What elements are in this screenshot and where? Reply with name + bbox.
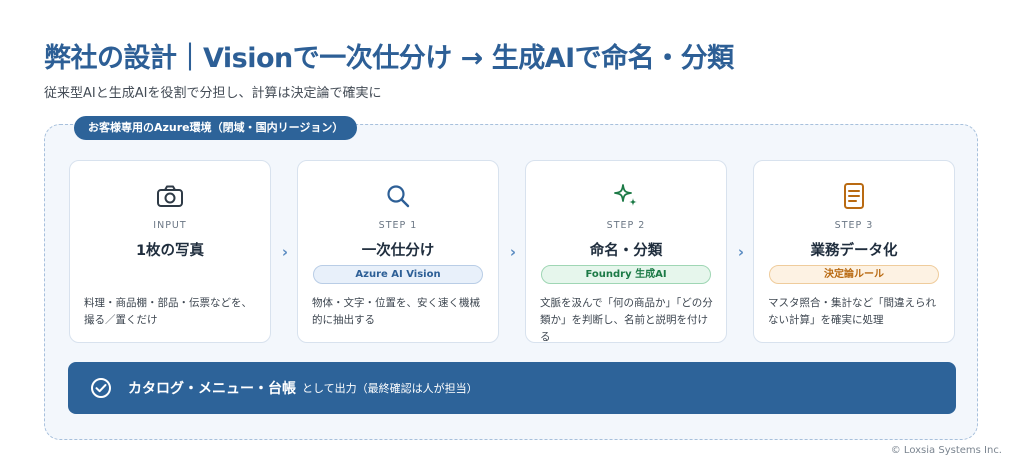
search-icon [298,181,498,211]
step-card-1: STEP 1 一次仕分け Azure AI Vision 物体・文字・位置を、安… [297,160,499,343]
step-label: INPUT [153,220,187,231]
tech-badge: 決定論ルール [769,265,939,284]
step-card-3: STEP 3 業務データ化 決定論ルール マスタ照合・集計など「間違えられない計… [753,160,955,343]
page-subtitle: 従来型AIと生成AIを役割で分担し、計算は決定論で確実に [44,86,382,101]
step-name: 1枚の写真 [135,243,205,259]
output-main-text: カタログ・メニュー・台帳 [128,381,296,397]
step-card-2: STEP 2 命名・分類 Foundry 生成AI 文脈を汲んで「何の商品か」「… [525,160,727,343]
chevron-right-icon: › [737,243,745,261]
camera-icon [70,181,270,211]
step-name: 命名・分類 [589,243,663,259]
tech-badge: Foundry 生成AI [541,265,711,284]
step-label: STEP 3 [834,220,874,231]
step-description: マスタ照合・集計など「間違えられない計算」を確実に処理 [768,297,936,326]
step-name: 業務データ化 [810,243,898,259]
step-label: STEP 2 [606,220,646,231]
check-circle-icon [90,377,112,399]
output-note-text: として出力（最終確認は人が担当） [302,382,478,395]
step-description: 料理・商品棚・部品・伝票などを、撮る／置くだけ [84,297,252,326]
tech-badge: Azure AI Vision [313,265,483,284]
step-description: 物体・文字・位置を、安く速く機械的に抽出する [312,297,480,326]
environment-label: お客様専用のAzure環境（閉域・国内リージョン） [74,116,358,140]
step-card-input: INPUT 1枚の写真 料理・商品棚・部品・伝票などを、撮る／置くだけ [69,160,271,343]
page-title: 弊社の設計｜Visionで一次仕分け → 生成AIで命名・分類 [44,43,734,74]
step-name: 一次仕分け [361,243,435,259]
sparkle-icon [526,181,726,211]
chevron-right-icon: › [509,243,517,261]
copyright: © Loxsia Systems Inc. [890,445,1002,456]
chevron-right-icon: › [281,243,289,261]
step-description: 文脈を汲んで「何の商品か」「どの分類か」を判断し、名前と説明を付ける [540,297,713,343]
step-label: STEP 1 [378,220,418,231]
document-icon [754,181,954,211]
output-bar: カタログ・メニュー・台帳 として出力（最終確認は人が担当） [68,362,956,414]
